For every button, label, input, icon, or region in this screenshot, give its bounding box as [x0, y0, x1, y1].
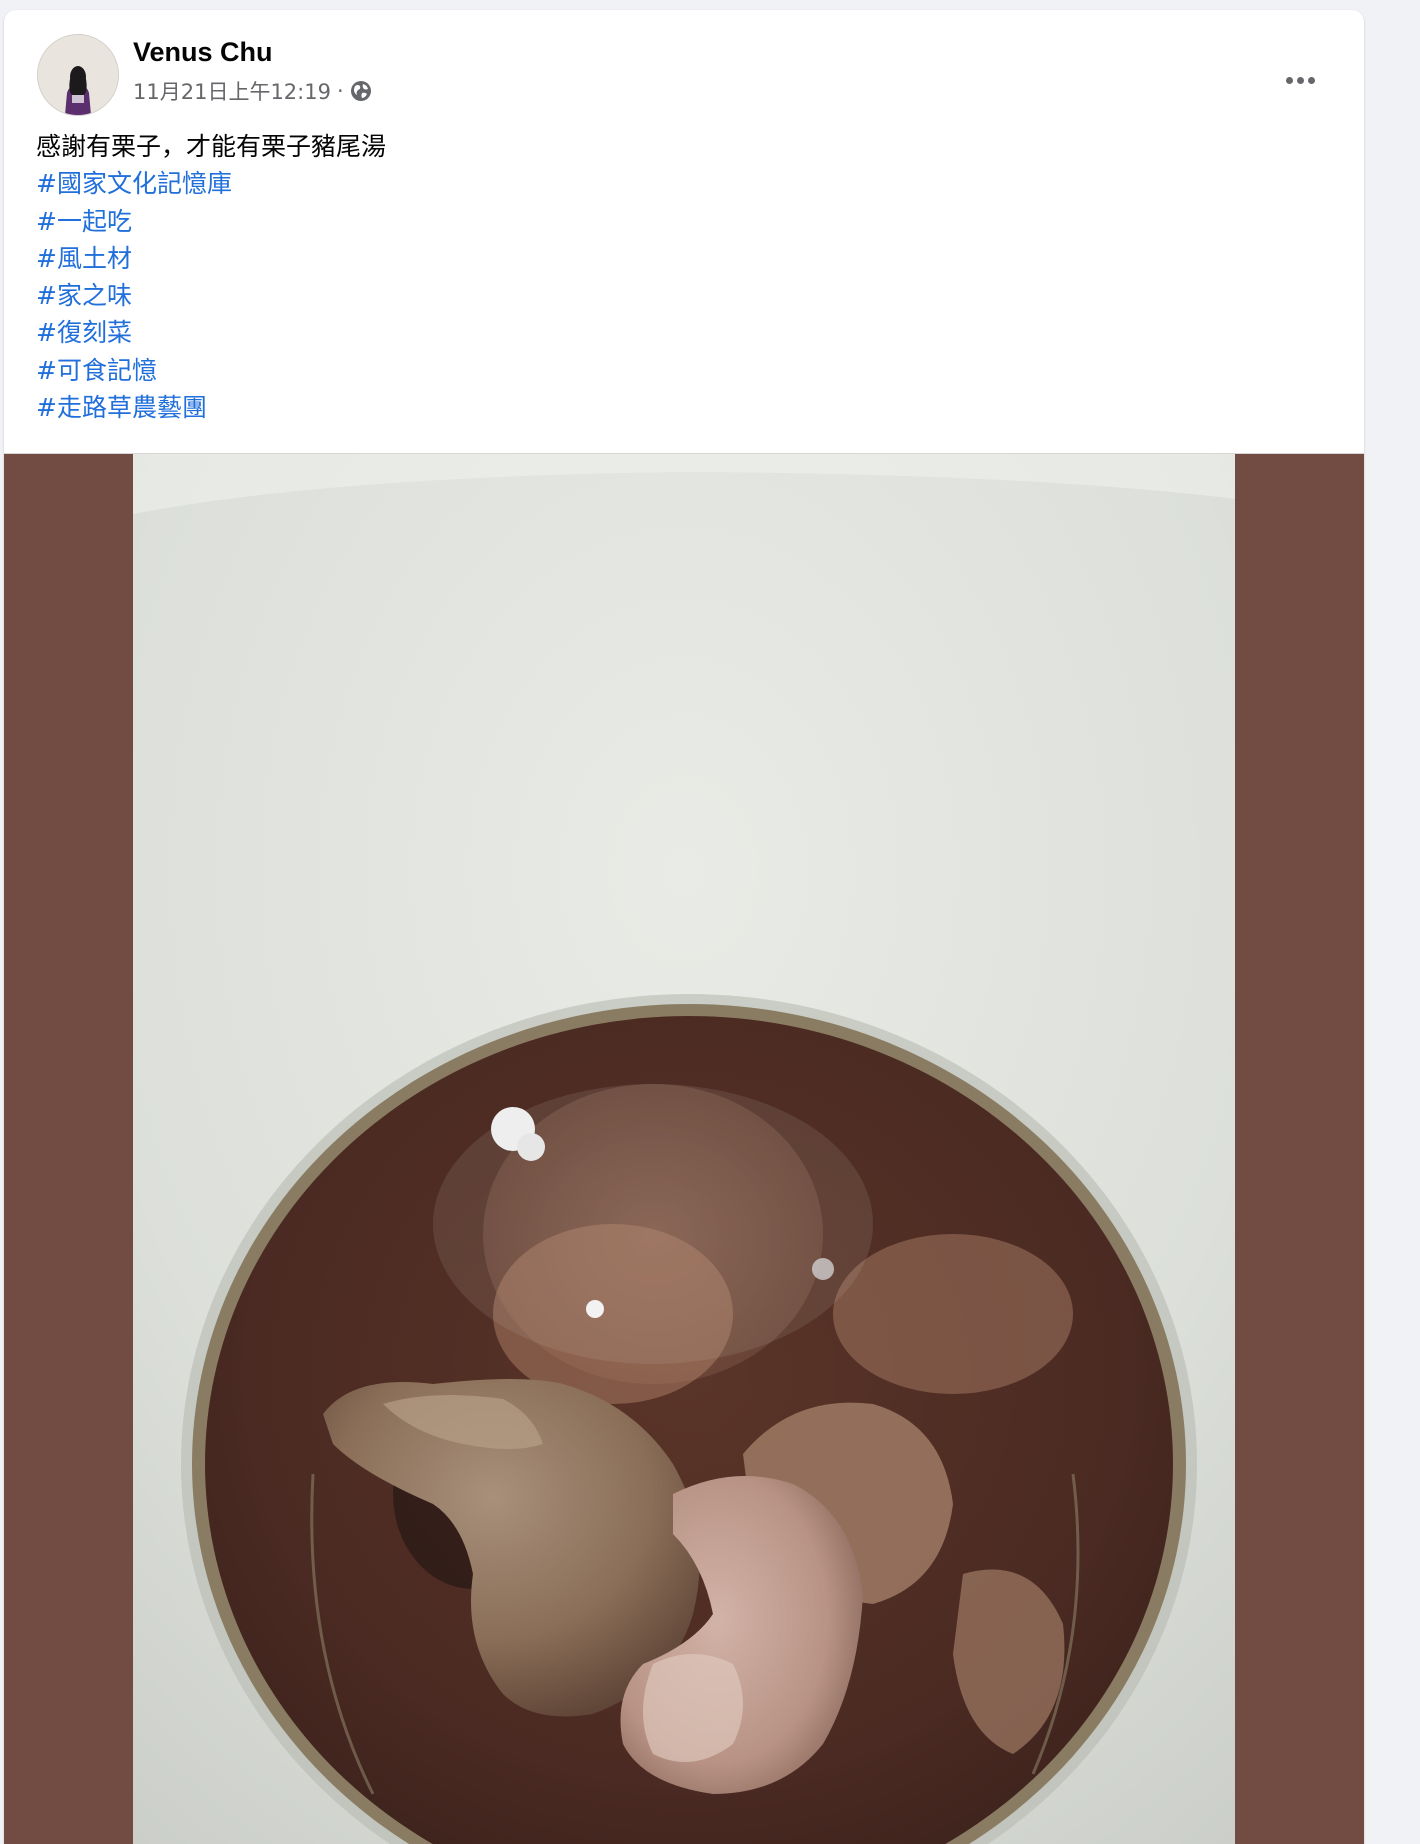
more-horizontal-icon	[1285, 76, 1315, 84]
post-header: Venus Chu 11月21日上午12:19 ·	[4, 10, 1364, 120]
post-photo-container	[4, 453, 1364, 1844]
author-avatar[interactable]	[37, 34, 119, 116]
post-photo[interactable]	[133, 454, 1235, 1844]
hashtag-link[interactable]: #風土材	[36, 240, 1326, 277]
hashtag-link[interactable]: #復刻菜	[36, 314, 1326, 351]
hashtag-link[interactable]: #可食記憶	[36, 352, 1326, 389]
post-card: Venus Chu 11月21日上午12:19 · 感謝有栗子，才能有栗子豬尾湯…	[4, 10, 1364, 1844]
hashtag-link[interactable]: #家之味	[36, 277, 1326, 314]
hashtag-link[interactable]: #國家文化記憶庫	[36, 165, 1326, 202]
hashtag-link[interactable]: #走路草農藝團	[36, 389, 1326, 426]
post-options-button[interactable]	[1278, 58, 1322, 102]
avatar-image	[38, 35, 118, 115]
post-timestamp[interactable]: 11月21日上午12:19	[133, 76, 331, 106]
author-name[interactable]: Venus Chu	[133, 37, 273, 68]
globe-icon[interactable]	[350, 80, 372, 102]
post-text: 感謝有栗子，才能有栗子豬尾湯 #國家文化記憶庫 #一起吃 #風土材 #家之味 #…	[36, 128, 1326, 426]
meta-separator: ·	[336, 79, 344, 103]
post-meta: 11月21日上午12:19 ·	[133, 76, 372, 106]
hashtag-link[interactable]: #一起吃	[36, 203, 1326, 240]
post-caption: 感謝有栗子，才能有栗子豬尾湯	[36, 132, 387, 161]
